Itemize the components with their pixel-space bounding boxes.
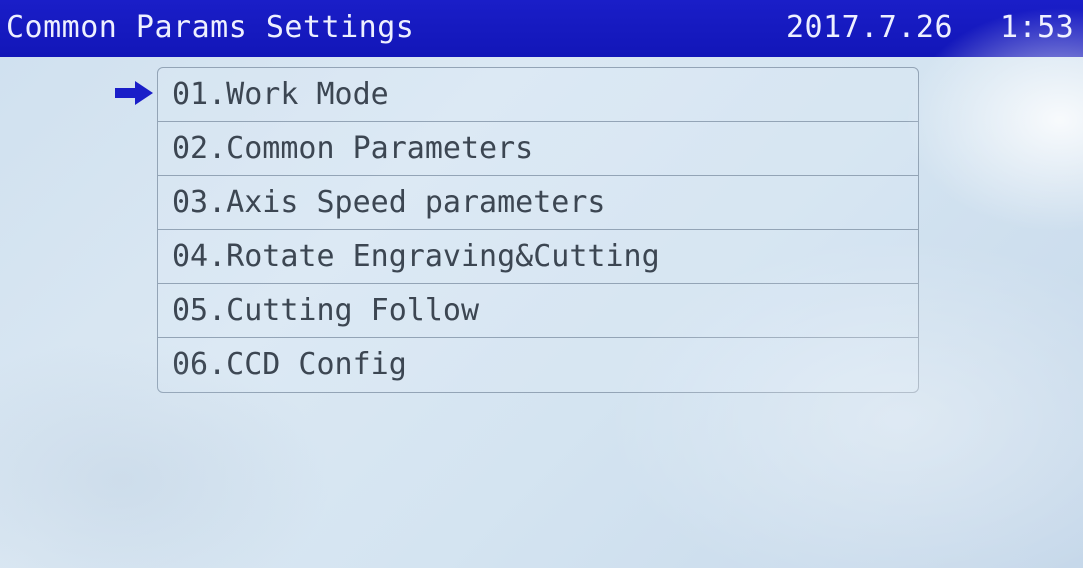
page-title: Common Params Settings bbox=[6, 10, 415, 45]
menu-item-common-parameters[interactable]: 02.Common Parameters bbox=[158, 122, 918, 176]
menu-item-ccd-config[interactable]: 06.CCD Config bbox=[158, 338, 918, 392]
menu-item-label: 01.Work Mode bbox=[172, 77, 389, 112]
title-bar: Common Params Settings 2017.7.26 1:53 bbox=[0, 0, 1083, 57]
menu-item-cutting-follow[interactable]: 05.Cutting Follow bbox=[158, 284, 918, 338]
time-display: 1:53 bbox=[1000, 10, 1075, 45]
date-display: 2017.7.26 bbox=[786, 10, 954, 45]
menu-item-work-mode[interactable]: 01.Work Mode bbox=[158, 68, 918, 122]
menu-item-label: 04.Rotate Engraving&Cutting bbox=[172, 239, 660, 274]
menu-item-rotate-engraving-cutting[interactable]: 04.Rotate Engraving&Cutting bbox=[158, 230, 918, 284]
menu-item-label: 05.Cutting Follow bbox=[172, 293, 480, 328]
menu-item-label: 02.Common Parameters bbox=[172, 131, 534, 166]
menu-item-label: 03.Axis Speed parameters bbox=[172, 185, 606, 220]
arrow-right-icon bbox=[115, 81, 153, 105]
menu-item-axis-speed-parameters[interactable]: 03.Axis Speed parameters bbox=[158, 176, 918, 230]
menu-item-label: 06.CCD Config bbox=[172, 347, 407, 382]
menu-list: 01.Work Mode 02.Common Parameters 03.Axi… bbox=[157, 67, 919, 393]
